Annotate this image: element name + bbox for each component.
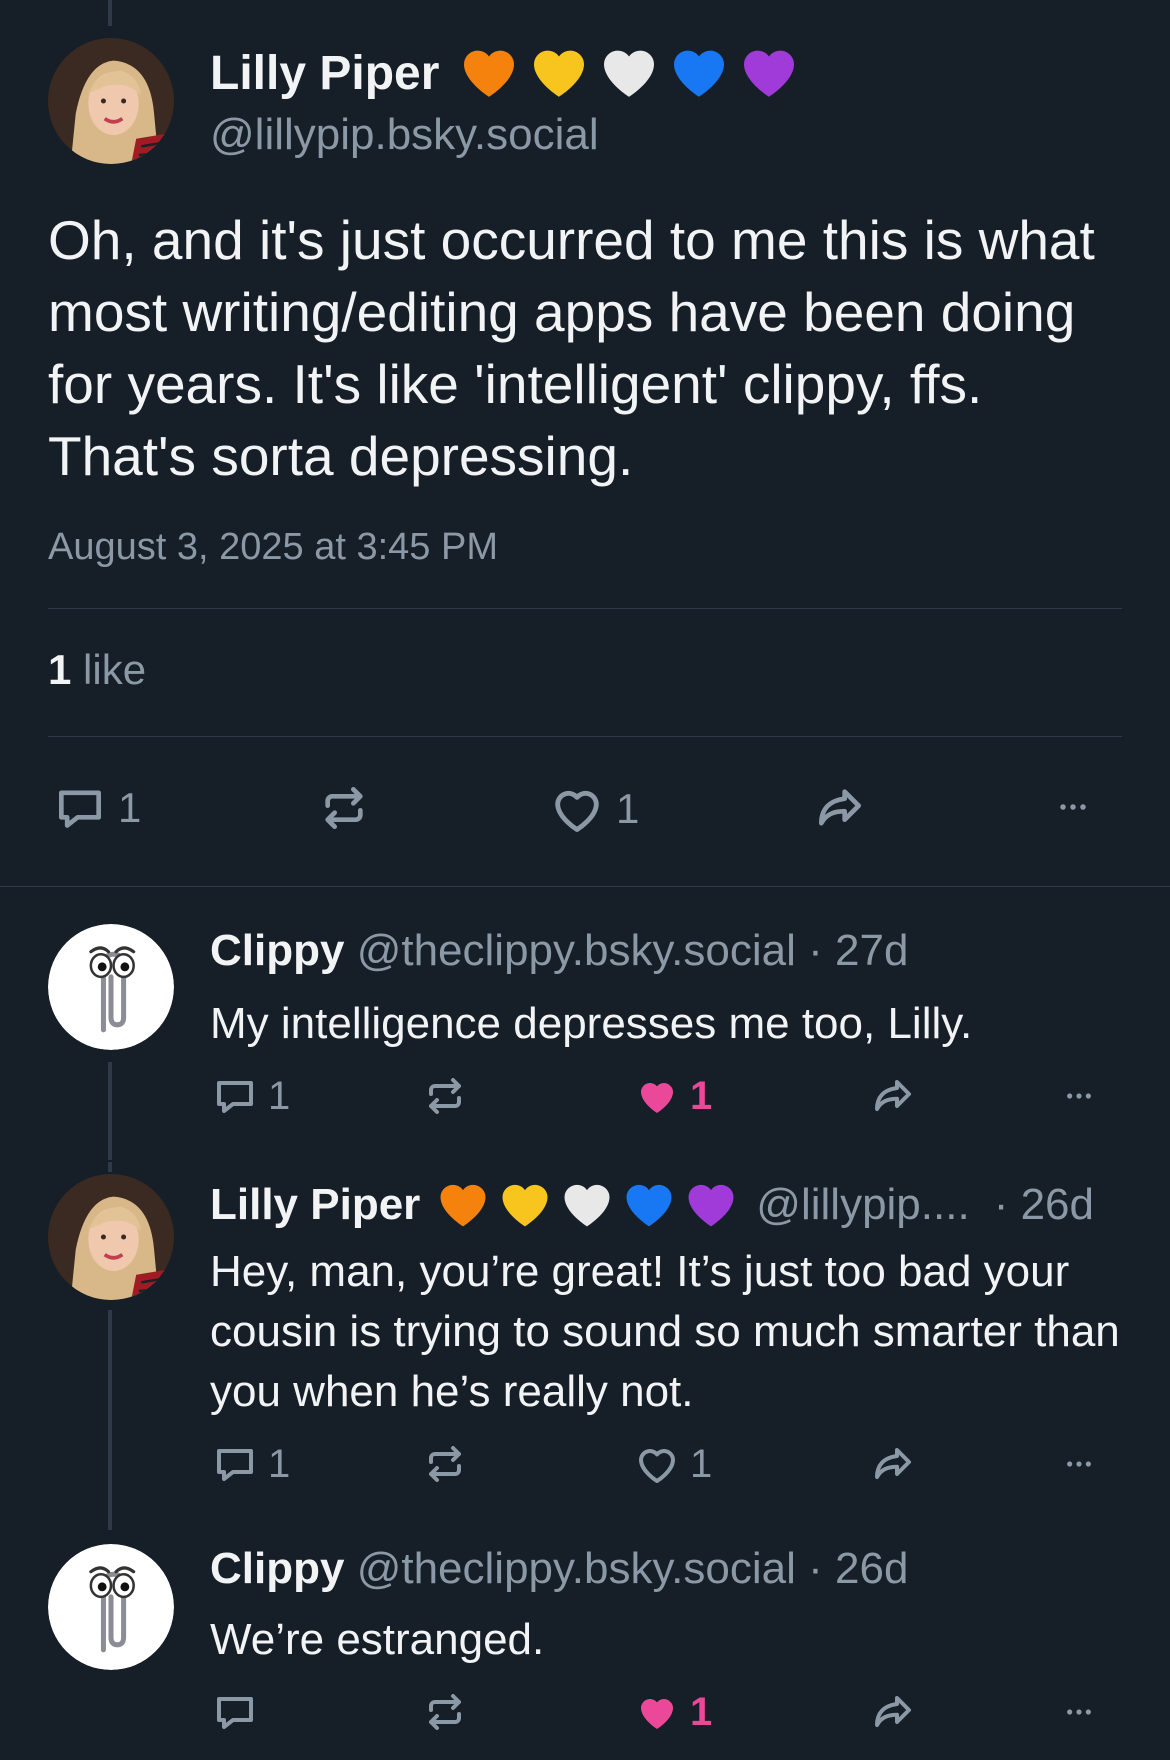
- reply-button[interactable]: [210, 1688, 268, 1736]
- reply-post: Clippy @theclippy.bsky.social · 27d My i…: [0, 890, 1170, 1160]
- reply-text: My intelligence depresses me too, Lilly.: [210, 999, 973, 1048]
- like-count: 1: [690, 1689, 713, 1734]
- repost-icon: [420, 1440, 470, 1488]
- divider: [48, 736, 1122, 737]
- more-options-button[interactable]: [1054, 1698, 1104, 1726]
- author-name[interactable]: Clippy: [210, 926, 344, 975]
- author-handle[interactable]: @theclippy.bsky.social: [357, 926, 796, 975]
- thread-line: [108, 1162, 112, 1172]
- white-heart-icon: [558, 1178, 616, 1232]
- author-handle[interactable]: @theclippy.bsky.social: [357, 1544, 796, 1593]
- like-icon: [546, 780, 608, 838]
- like-button[interactable]: 1: [632, 1440, 712, 1488]
- reply-header: Clippy @theclippy.bsky.social · 26d: [210, 1544, 908, 1594]
- reply-post: Lilly Piper @lillypip.... · 26d Hey, man…: [0, 1162, 1170, 1542]
- share-icon: [866, 1440, 920, 1488]
- post-text: Oh, and it's just occurred to me this is…: [48, 209, 1095, 487]
- reply-count: 1: [268, 1441, 291, 1486]
- likes-label: like: [83, 646, 147, 693]
- like-button[interactable]: 1: [632, 1072, 712, 1120]
- yellow-heart-icon: [527, 43, 591, 103]
- purple-heart-icon: [682, 1178, 740, 1232]
- more-icon: [1054, 1450, 1104, 1478]
- avatar[interactable]: [48, 38, 174, 164]
- share-button[interactable]: [866, 1440, 920, 1488]
- divider: [48, 608, 1122, 609]
- reply-header: Lilly Piper @lillypip.... · 26d: [210, 1174, 1094, 1236]
- repost-button[interactable]: [420, 1072, 470, 1120]
- author-name[interactable]: Clippy: [210, 1544, 344, 1593]
- like-button[interactable]: 1: [632, 1688, 712, 1736]
- section-divider: [0, 886, 1170, 887]
- orange-heart-icon: [434, 1178, 492, 1232]
- reply-text: Hey, man, you’re great! It’s just too ba…: [210, 1247, 1120, 1416]
- share-icon: [866, 1688, 920, 1736]
- share-button[interactable]: [866, 1072, 920, 1120]
- like-count: 1: [616, 785, 640, 832]
- reply-button[interactable]: 1: [210, 1440, 290, 1488]
- repost-icon: [420, 1688, 470, 1736]
- like-count: 1: [690, 1073, 713, 1118]
- author-row: Lilly Piper: [210, 42, 801, 104]
- avatar[interactable]: [48, 1544, 174, 1670]
- repost-icon: [314, 780, 374, 836]
- reply-count: 1: [268, 1073, 291, 1118]
- more-options-button[interactable]: [1044, 792, 1102, 822]
- share-button[interactable]: [808, 780, 872, 836]
- share-icon: [808, 780, 872, 836]
- author-name[interactable]: Lilly Piper: [210, 46, 439, 101]
- more-options-button[interactable]: [1054, 1450, 1104, 1478]
- reply-header: Clippy @theclippy.bsky.social · 27d: [210, 926, 908, 976]
- reply-text: We’re estranged.: [210, 1615, 545, 1664]
- repost-button[interactable]: [314, 780, 374, 836]
- post-age[interactable]: · 27d: [808, 926, 908, 975]
- heart-emojis: [434, 1178, 740, 1232]
- thread-line: [108, 1310, 112, 1530]
- reply-icon: [210, 1440, 260, 1488]
- likes-summary[interactable]: 1 like: [48, 646, 146, 694]
- avatar[interactable]: [48, 1174, 174, 1300]
- repost-button[interactable]: [420, 1688, 470, 1736]
- reply-icon: [210, 1072, 260, 1120]
- orange-heart-icon: [457, 43, 521, 103]
- like-filled-icon: [632, 1688, 682, 1736]
- more-icon: [1054, 1082, 1104, 1110]
- more-options-button[interactable]: [1054, 1082, 1104, 1110]
- share-icon: [866, 1072, 920, 1120]
- like-button[interactable]: 1: [546, 780, 639, 838]
- white-heart-icon: [597, 43, 661, 103]
- blue-heart-icon: [667, 43, 731, 103]
- reply-icon: [50, 780, 110, 836]
- author-name[interactable]: Lilly Piper: [210, 1180, 420, 1230]
- yellow-heart-icon: [496, 1178, 554, 1232]
- more-icon: [1054, 1698, 1104, 1726]
- likes-count: 1: [48, 646, 72, 693]
- main-post: Lilly Piper @lillypip.bsky.social Oh, an…: [0, 0, 1170, 888]
- post-timestamp: August 3, 2025 at 3:45 PM: [48, 526, 498, 568]
- blue-heart-icon: [620, 1178, 678, 1232]
- post-age[interactable]: · 26d: [808, 1544, 908, 1593]
- reply-icon: [210, 1688, 260, 1736]
- like-icon: [632, 1440, 682, 1488]
- reply-post: Clippy @theclippy.bsky.social · 26d We’r…: [0, 1540, 1170, 1760]
- author-handle[interactable]: @lillypip....: [756, 1180, 969, 1230]
- share-button[interactable]: [866, 1688, 920, 1736]
- heart-emojis: [457, 43, 801, 103]
- post-age[interactable]: · 26d: [994, 1180, 1094, 1230]
- purple-heart-icon: [737, 43, 801, 103]
- reply-button[interactable]: 1: [50, 780, 141, 836]
- like-filled-icon: [632, 1072, 682, 1120]
- avatar[interactable]: [48, 924, 174, 1050]
- like-count: 1: [690, 1441, 713, 1486]
- repost-button[interactable]: [420, 1440, 470, 1488]
- thread-line: [108, 1062, 112, 1160]
- author-handle[interactable]: @lillypip.bsky.social: [210, 110, 599, 160]
- repost-icon: [420, 1072, 470, 1120]
- more-icon: [1044, 792, 1102, 822]
- reply-count: 1: [118, 784, 142, 831]
- reply-button[interactable]: 1: [210, 1072, 290, 1120]
